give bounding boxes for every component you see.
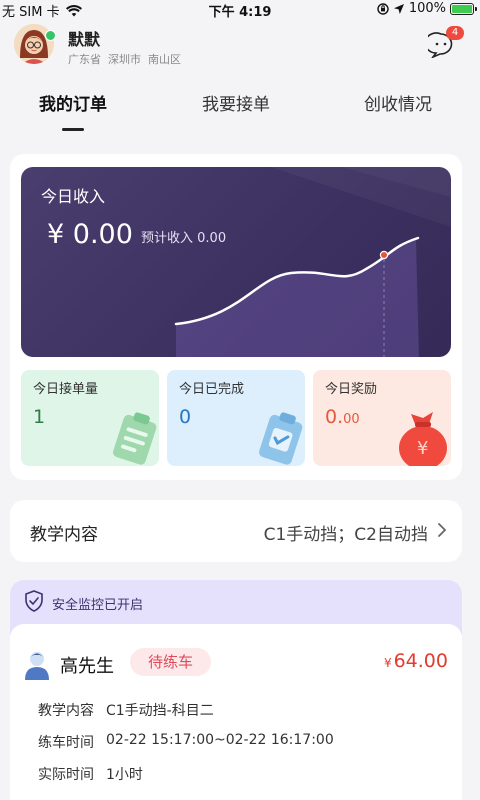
order-info-value: 1小时 — [106, 767, 143, 783]
stat-value: 1 — [33, 406, 46, 428]
income-card: 今日收入 ¥ 0.00 预计收入 0.00 今日接单量 1 今日已完成 0 今日… — [10, 154, 462, 480]
user-location: 广东省 深圳市 南山区 — [68, 51, 181, 67]
location-province: 广东省 — [68, 53, 101, 66]
order-info-label: 练车时间 — [38, 735, 94, 751]
order-info-value: 02-22 15:17:00~02-22 16:17:00 — [106, 732, 334, 748]
income-estimate-value: 0.00 — [197, 231, 227, 246]
income-estimate-label: 预计收入 — [141, 231, 194, 246]
order-info-value: C1手动挡-科目二 — [106, 703, 214, 719]
stat-today-reward[interactable]: 今日奖励 0.00 ¥ — [313, 370, 451, 466]
order-tabs: 我的订单 我要接单 创收情况 — [0, 86, 480, 136]
tab-accept-orders[interactable]: 我要接单 — [176, 90, 296, 115]
clipboard-check-icon — [259, 412, 303, 465]
order-status-badge: 待练车 — [130, 648, 212, 676]
user-name: 默默 — [68, 30, 101, 49]
safety-monitor-text: 安全监控已开启 — [52, 598, 144, 613]
orientation-lock-icon — [377, 2, 389, 15]
stat-value: 0 — [179, 406, 192, 428]
income-title: 今日收入 — [41, 187, 106, 206]
stat-today-orders[interactable]: 今日接单量 1 — [21, 370, 159, 466]
money-bag-icon: ¥ — [399, 412, 447, 466]
stat-label: 今日奖励 — [325, 382, 378, 397]
order-info-label: 教学内容 — [38, 703, 94, 719]
stat-value-decimal: 00 — [343, 412, 360, 427]
tab-my-orders[interactable]: 我的订单 — [13, 90, 133, 115]
battery-charging-icon — [450, 2, 477, 15]
shield-check-icon — [25, 590, 43, 612]
price-currency: ¥ — [383, 656, 392, 670]
stat-value-main: 0. — [325, 406, 344, 428]
tab-income-status[interactable]: 创收情况 — [338, 90, 458, 115]
student-name: 高先生 — [60, 656, 114, 677]
student-avatar-icon — [25, 652, 49, 680]
location-arrow-icon — [393, 3, 404, 14]
status-right: 100% — [377, 1, 477, 16]
clipboard-list-icon — [113, 412, 157, 465]
svg-text:¥: ¥ — [417, 438, 428, 459]
stat-label: 今日已完成 — [179, 382, 245, 397]
income-value: ¥ 0.00 — [47, 219, 133, 250]
teaching-content-value: C1手动挡；C2自动挡 — [263, 525, 428, 545]
verified-badge-icon — [45, 30, 56, 41]
stat-value: 0.00 — [325, 406, 360, 428]
location-city: 深圳市 — [108, 53, 141, 66]
battery-percent: 100% — [408, 1, 446, 16]
message-count-badge: 4 — [446, 26, 464, 40]
order-info-row: 练车时间 02-22 15:17:00~02-22 16:17:00 — [38, 732, 334, 752]
chevron-right-icon — [438, 523, 447, 537]
stat-today-completed[interactable]: 今日已完成 0 — [167, 370, 305, 466]
status-bar: 无 SIM 卡 下午 4:19 100% — [0, 0, 480, 20]
order-info-row: 教学内容 C1手动挡-科目二 — [38, 700, 214, 720]
order-info-label: 实际时间 — [38, 767, 94, 783]
order-price: ¥64.00 — [384, 650, 448, 672]
location-district: 南山区 — [148, 53, 181, 66]
today-income-panel[interactable]: 今日收入 ¥ 0.00 预计收入 0.00 — [21, 167, 451, 357]
tab-active-indicator — [62, 128, 84, 131]
stat-label: 今日接单量 — [33, 382, 99, 397]
order-card[interactable]: 高先生 待练车 ¥64.00 教学内容 C1手动挡-科目二 练车时间 02-22… — [10, 624, 462, 800]
user-header: 默默 广东省 深圳市 南山区 4 — [14, 24, 466, 68]
teaching-content-label: 教学内容 — [30, 525, 98, 545]
order-info-row: 实际时间 1小时 — [38, 764, 143, 784]
teaching-content-row[interactable]: 教学内容 C1手动挡；C2自动挡 — [10, 500, 462, 562]
income-estimate: 预计收入 0.00 — [141, 227, 226, 246]
price-value: 64.00 — [393, 650, 448, 672]
